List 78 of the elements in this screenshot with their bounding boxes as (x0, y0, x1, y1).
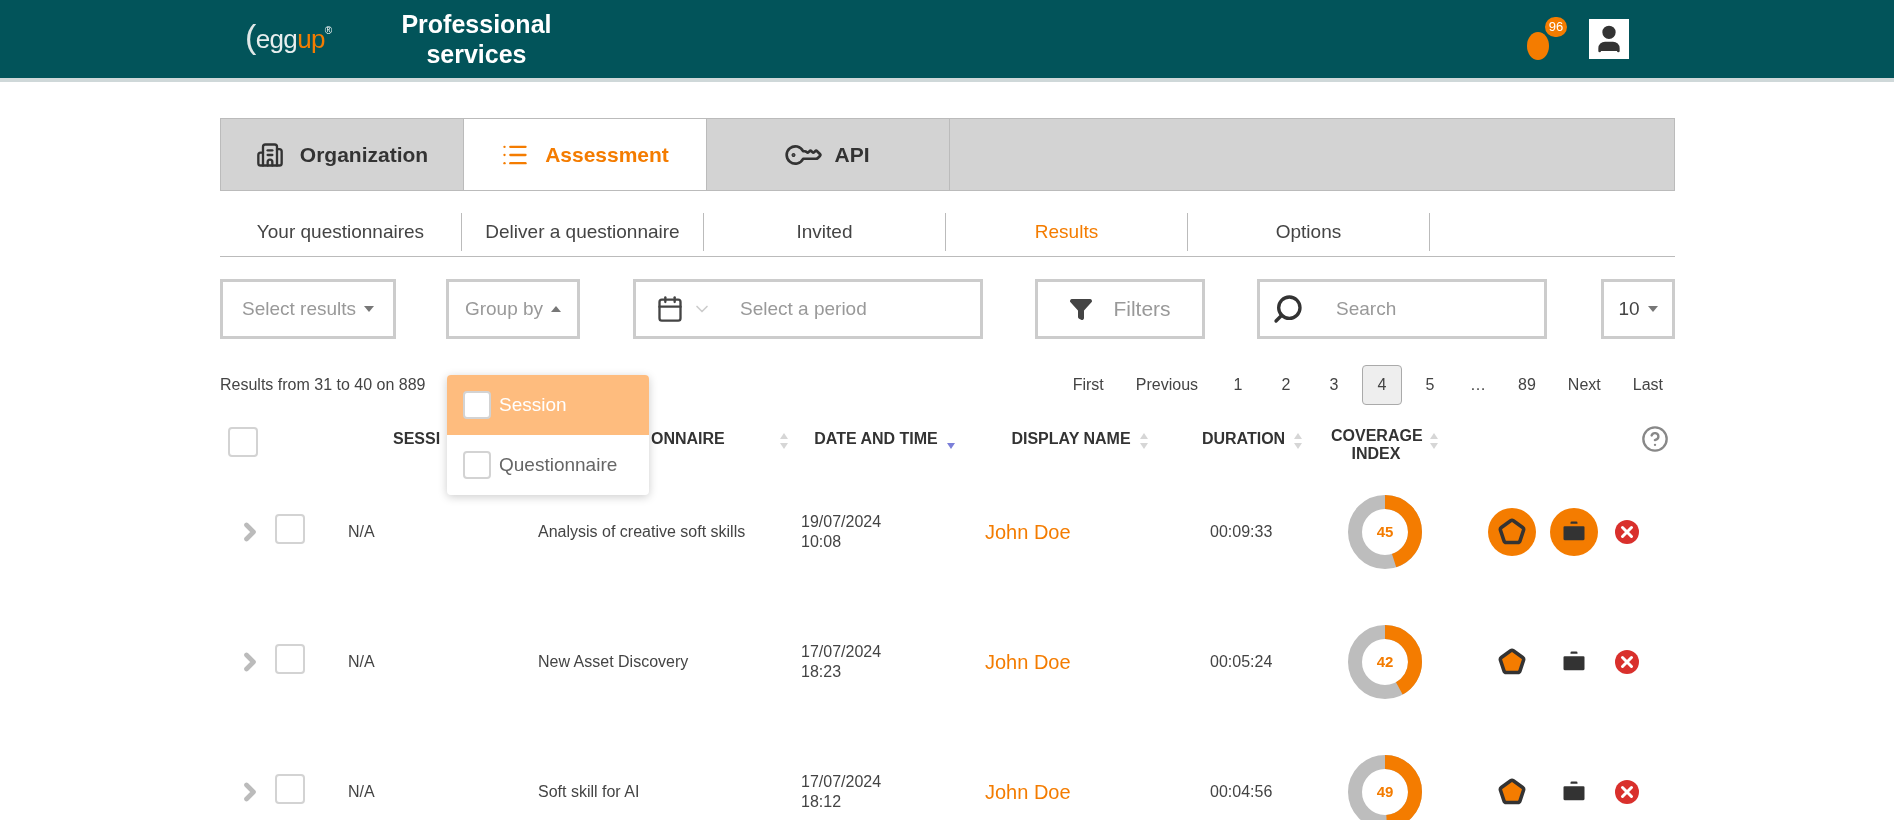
pentagon-button[interactable] (1488, 508, 1536, 556)
logo-text: egg (255, 23, 298, 57)
period-placeholder: Select a period (740, 296, 867, 321)
pentagon-icon (1498, 648, 1526, 676)
coverage-value: 42 (1375, 653, 1395, 671)
app-title: Professional services (400, 9, 553, 69)
option-label: Session (499, 392, 567, 417)
date-cell-text: 17/07/2024 (801, 772, 883, 792)
time-cell-text: 18:23 (801, 662, 843, 682)
page-link[interactable]: 2 (1266, 365, 1307, 405)
checkbox[interactable] (275, 773, 305, 804)
remove-icon[interactable] (1614, 519, 1640, 545)
duration-cell: 00:09:33 (1210, 523, 1273, 540)
building-icon (255, 140, 284, 169)
page-link[interactable]: 5 (1410, 365, 1451, 405)
logo-text-accent: up (297, 23, 325, 56)
questionnaire-cell: New Asset Discovery (538, 653, 689, 670)
questionnaire-cell: Soft skill for AI (538, 783, 640, 800)
checkbox[interactable] (275, 513, 305, 544)
caret-up-icon (551, 306, 562, 312)
sub-tab[interactable]: Invited (704, 213, 946, 251)
checkbox[interactable] (463, 391, 491, 419)
briefcase-button[interactable] (1550, 508, 1598, 556)
session-cell: N/A (348, 523, 375, 540)
duration-cell: 00:04:56 (1210, 783, 1273, 800)
column-header[interactable]: DATE AND TIME (814, 427, 938, 451)
sub-tab[interactable]: Options (1188, 213, 1430, 251)
page-link[interactable]: Previous (1123, 365, 1211, 405)
sub-tab[interactable]: Your questionnaires (220, 213, 462, 251)
logo[interactable]: (eggup® (245, 19, 332, 59)
page-link[interactable]: 89 (1506, 365, 1548, 405)
sub-tab[interactable]: Deliver a questionnaire (462, 213, 704, 251)
page-link[interactable]: 4 (1362, 365, 1403, 405)
option-label: Questionnaire (499, 452, 618, 477)
checkbox[interactable] (275, 643, 305, 674)
coverage-value: 45 (1375, 523, 1395, 541)
search-placeholder: Search (1336, 296, 1397, 321)
logo-bracket: ( (245, 19, 256, 53)
registered-mark: ® (324, 24, 332, 36)
column-header[interactable]: ONNAIRE (651, 427, 725, 451)
remove-icon[interactable] (1614, 649, 1640, 675)
coverage-value: 49 (1375, 783, 1395, 801)
column-header[interactable]: DISPLAY NAME (1011, 427, 1131, 451)
page-size-dropdown[interactable]: 10 (1601, 279, 1675, 339)
calendar-icon (656, 295, 684, 323)
duration-cell: 00:05:24 (1210, 653, 1273, 670)
checkbox[interactable] (463, 451, 491, 479)
page-link[interactable]: … (1458, 365, 1499, 405)
column-header[interactable]: DURATION (1201, 427, 1286, 451)
page-link[interactable]: First (1060, 365, 1116, 405)
time-cell-text: 10:08 (801, 532, 843, 552)
pentagon-icon (1498, 518, 1526, 546)
column-header[interactable]: COVERAGE INDEX (1331, 427, 1421, 463)
caret-down-icon (1647, 306, 1658, 312)
session-cell: N/A (348, 783, 375, 800)
session-cell: N/A (348, 653, 375, 670)
pentagon-icon (1498, 778, 1526, 806)
egg-icon[interactable] (1526, 29, 1550, 61)
date-cell-text: 19/07/2024 (801, 512, 883, 532)
page-link[interactable]: 1 (1218, 365, 1259, 405)
help-icon[interactable] (1641, 425, 1669, 453)
menu-option[interactable]: Questionnaire (447, 435, 649, 495)
page-link[interactable]: Next (1555, 365, 1613, 405)
questionnaire-cell: Analysis of creative soft skills (538, 523, 746, 540)
page-link[interactable]: 3 (1314, 365, 1355, 405)
column-header[interactable]: SESSI (393, 427, 441, 451)
page-link[interactable]: Last (1620, 365, 1675, 405)
funnel-icon (1069, 297, 1094, 321)
caret-down-icon (364, 306, 374, 312)
tab[interactable]: API (707, 119, 950, 190)
time-cell-text: 18:12 (801, 792, 843, 812)
results-summary: Results from 31 to 40 on 889 (220, 375, 426, 395)
checkbox[interactable] (228, 427, 258, 457)
search-icon (1272, 293, 1304, 325)
remove-icon[interactable] (1614, 779, 1640, 805)
date-cell-text: 17/07/2024 (801, 642, 883, 662)
user-avatar[interactable] (1589, 19, 1629, 59)
notification-badge: 96 (1543, 15, 1569, 39)
